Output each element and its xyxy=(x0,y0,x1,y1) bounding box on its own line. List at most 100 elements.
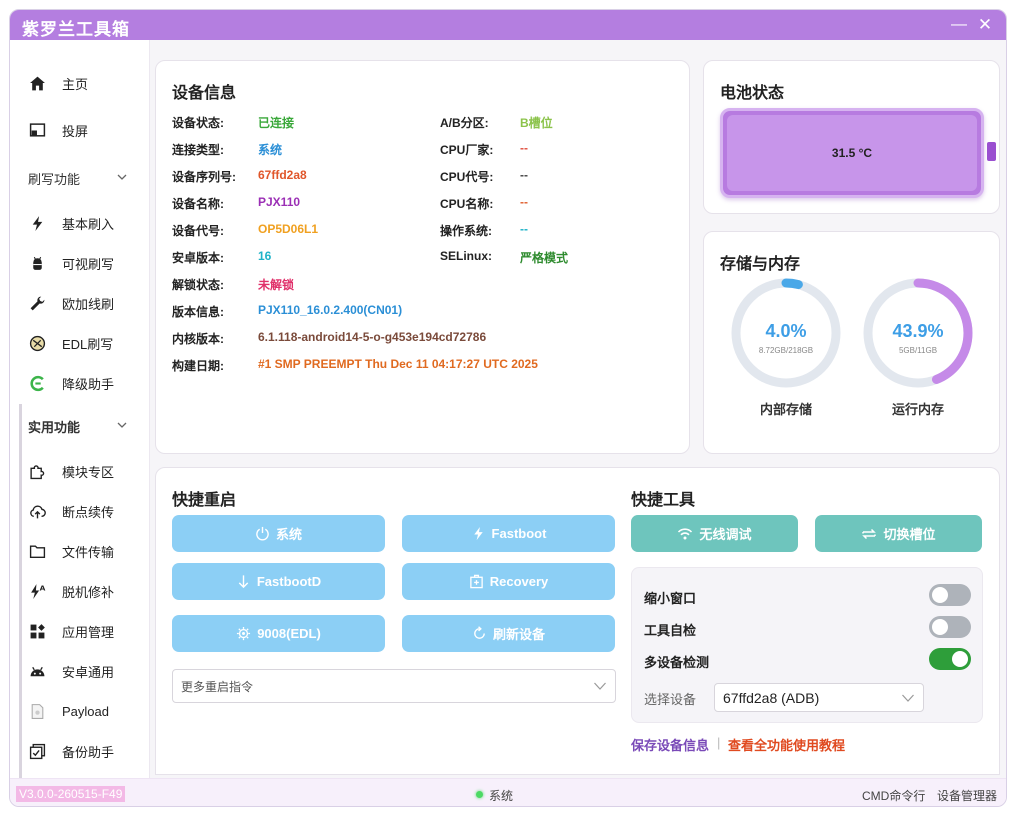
sidebar-item-label: 主页 xyxy=(62,76,89,92)
folder-icon xyxy=(28,542,46,560)
ram-detail: 5GB/11GB xyxy=(898,346,938,355)
reboot-recovery-button[interactable]: Recovery xyxy=(402,563,615,600)
device-info-title: 设备信息 xyxy=(172,85,237,102)
swap-icon xyxy=(862,528,877,539)
refresh-device-button[interactable]: 刷新设备 xyxy=(402,615,615,652)
multi-device-toggle[interactable] xyxy=(929,648,971,670)
reboot-fastboot-button[interactable]: Fastboot xyxy=(402,515,615,552)
switch-slot-button[interactable]: 切换槽位 xyxy=(815,515,982,552)
more-reboot-placeholder: 更多重启指令 xyxy=(181,679,254,694)
chip-icon xyxy=(237,626,251,641)
connection-status-text: 系统 xyxy=(489,789,514,803)
screen-cast-icon xyxy=(28,121,46,139)
sidebar-item-label: 模块专区 xyxy=(62,464,115,480)
info-label: 设备序列号: xyxy=(172,170,236,184)
quick-tools-title: 快捷工具 xyxy=(631,492,696,509)
connection-status-dot xyxy=(476,791,483,798)
sidebar-item-android-general[interactable]: 安卓通用 xyxy=(28,658,143,684)
sidebar-item-file-transfer[interactable]: 文件传输 xyxy=(28,538,143,564)
title-bar: 紫罗兰工具箱 — ✕ xyxy=(10,10,1006,40)
internal-storage-name: 内部存储 xyxy=(759,402,812,417)
info-label: 设备状态: xyxy=(172,116,224,130)
cloud-upload-icon xyxy=(28,502,46,520)
android-icon xyxy=(28,254,46,272)
info-label: 内核版本: xyxy=(172,332,224,346)
info-value: OP5D06L1 xyxy=(258,222,319,236)
button-label: 刷新设备 xyxy=(492,627,545,642)
toggle-knob xyxy=(932,587,948,603)
status-bar: V3.0.0-260515-F49 系统 CMD命令行 设备管理器 xyxy=(10,778,1006,806)
sidebar-item-modules[interactable]: 模块专区 xyxy=(28,458,143,484)
tool-settings-panel: 缩小窗口 工具自检 多设备检测 选择设备 67ffd2a8 (ADB) xyxy=(631,567,983,723)
downgrade-icon xyxy=(28,374,46,392)
info-label: 连接类型: xyxy=(172,143,224,157)
backup-icon xyxy=(28,742,46,760)
sidebar-item-offline-patch[interactable]: A 脱机修补 xyxy=(28,578,143,604)
sidebar-item-visual-flash[interactable]: 可视刷写 xyxy=(28,250,143,276)
setting-self-check-label: 工具自检 xyxy=(644,623,697,638)
sidebar-item-backup[interactable]: 备份助手 xyxy=(28,738,143,764)
reboot-fastbootd-button[interactable]: FastbootD xyxy=(172,563,385,600)
chevron-down-icon xyxy=(594,682,606,690)
sidebar-item-resume[interactable]: 断点续传 xyxy=(28,498,143,524)
shrink-window-toggle[interactable] xyxy=(929,584,971,606)
info-value: 67ffd2a8 xyxy=(258,168,307,182)
info-value: PJX110 xyxy=(258,195,301,209)
svg-text:A: A xyxy=(39,583,45,592)
sidebar-item-app-manager[interactable]: 应用管理 xyxy=(28,618,143,644)
toggle-knob xyxy=(952,651,968,667)
internal-storage-percent: 4.0% xyxy=(765,321,807,341)
minimize-button[interactable]: — xyxy=(946,12,972,38)
setting-shrink-window-label: 缩小窗口 xyxy=(644,591,697,606)
info-value: 已连接 xyxy=(258,116,295,130)
sidebar-item-basic-flash[interactable]: 基本刷入 xyxy=(28,210,143,236)
sidebar-group-flash[interactable]: 刷写功能 xyxy=(28,167,128,189)
button-label: FastbootD xyxy=(256,574,322,589)
sidebar-item-downgrade[interactable]: 降级助手 xyxy=(28,370,143,396)
sidebar-item-oplus-flash[interactable]: 欧加线刷 xyxy=(28,290,143,316)
more-reboot-dropdown[interactable]: 更多重启指令 xyxy=(172,669,616,703)
battery-tip xyxy=(987,142,996,161)
wireless-debug-button[interactable]: 无线调试 xyxy=(631,515,798,552)
refresh-icon xyxy=(474,626,485,639)
sidebar-item-label: 安卓通用 xyxy=(62,664,115,680)
puzzle-icon xyxy=(28,462,46,480)
info-value: 16 xyxy=(258,249,272,263)
info-label: SELinux: xyxy=(440,249,493,263)
device-select-label: 选择设备 xyxy=(644,692,697,707)
lightning-icon xyxy=(473,526,483,541)
sidebar-item-payload[interactable]: Payload xyxy=(28,698,143,724)
sidebar-item-label: 投屏 xyxy=(62,123,89,139)
sidebar-item-label: 欧加线刷 xyxy=(62,296,115,312)
close-button[interactable]: ✕ xyxy=(972,12,998,38)
sidebar-item-label: EDL刷写 xyxy=(62,336,114,352)
ram-percent: 43.9% xyxy=(892,321,944,341)
info-label: 版本信息: xyxy=(172,305,224,319)
self-check-toggle[interactable] xyxy=(929,616,971,638)
info-label: 解锁状态: xyxy=(172,278,224,292)
save-device-info-link[interactable]: 保存设备信息 xyxy=(631,735,709,754)
device-select-dropdown[interactable]: 67ffd2a8 (ADB) xyxy=(714,683,924,712)
chevron-down-icon xyxy=(117,174,127,180)
sidebar-group-utility[interactable]: 实用功能 xyxy=(28,415,128,437)
quick-reboot-title: 快捷重启 xyxy=(172,492,237,509)
button-label: 系统 xyxy=(275,527,302,542)
ram-name: 运行内存 xyxy=(891,402,944,417)
sidebar-item-home[interactable]: 主页 xyxy=(28,70,143,96)
sidebar-item-cast[interactable]: 投屏 xyxy=(28,117,143,143)
info-label: 设备代号: xyxy=(172,224,224,238)
sidebar-item-edl-flash[interactable]: EDL刷写 xyxy=(28,330,143,356)
battery-title: 电池状态 xyxy=(720,85,785,102)
info-value: 严格模式 xyxy=(520,251,569,265)
info-label: CPU代号: xyxy=(440,170,494,184)
reboot-edl-button[interactable]: 9008(EDL) xyxy=(172,615,385,652)
battery-temperature: 31.5 °C xyxy=(727,115,977,191)
sidebar-scroll-track[interactable] xyxy=(19,404,22,778)
tutorial-link[interactable]: 查看全功能使用教程 xyxy=(728,735,845,754)
device-manager-link[interactable]: 设备管理器 xyxy=(937,787,997,804)
reboot-system-button[interactable]: 系统 xyxy=(172,515,385,552)
sidebar-item-label: 基本刷入 xyxy=(62,216,115,232)
device-select-value: 67ffd2a8 (ADB) xyxy=(723,689,820,706)
cmd-link[interactable]: CMD命令行 xyxy=(862,787,925,804)
sidebar: 主页 投屏 刷写功能 基本刷入 可视刷写 欧加线刷 EDL刷写 降级助手 实用功… xyxy=(10,40,150,778)
